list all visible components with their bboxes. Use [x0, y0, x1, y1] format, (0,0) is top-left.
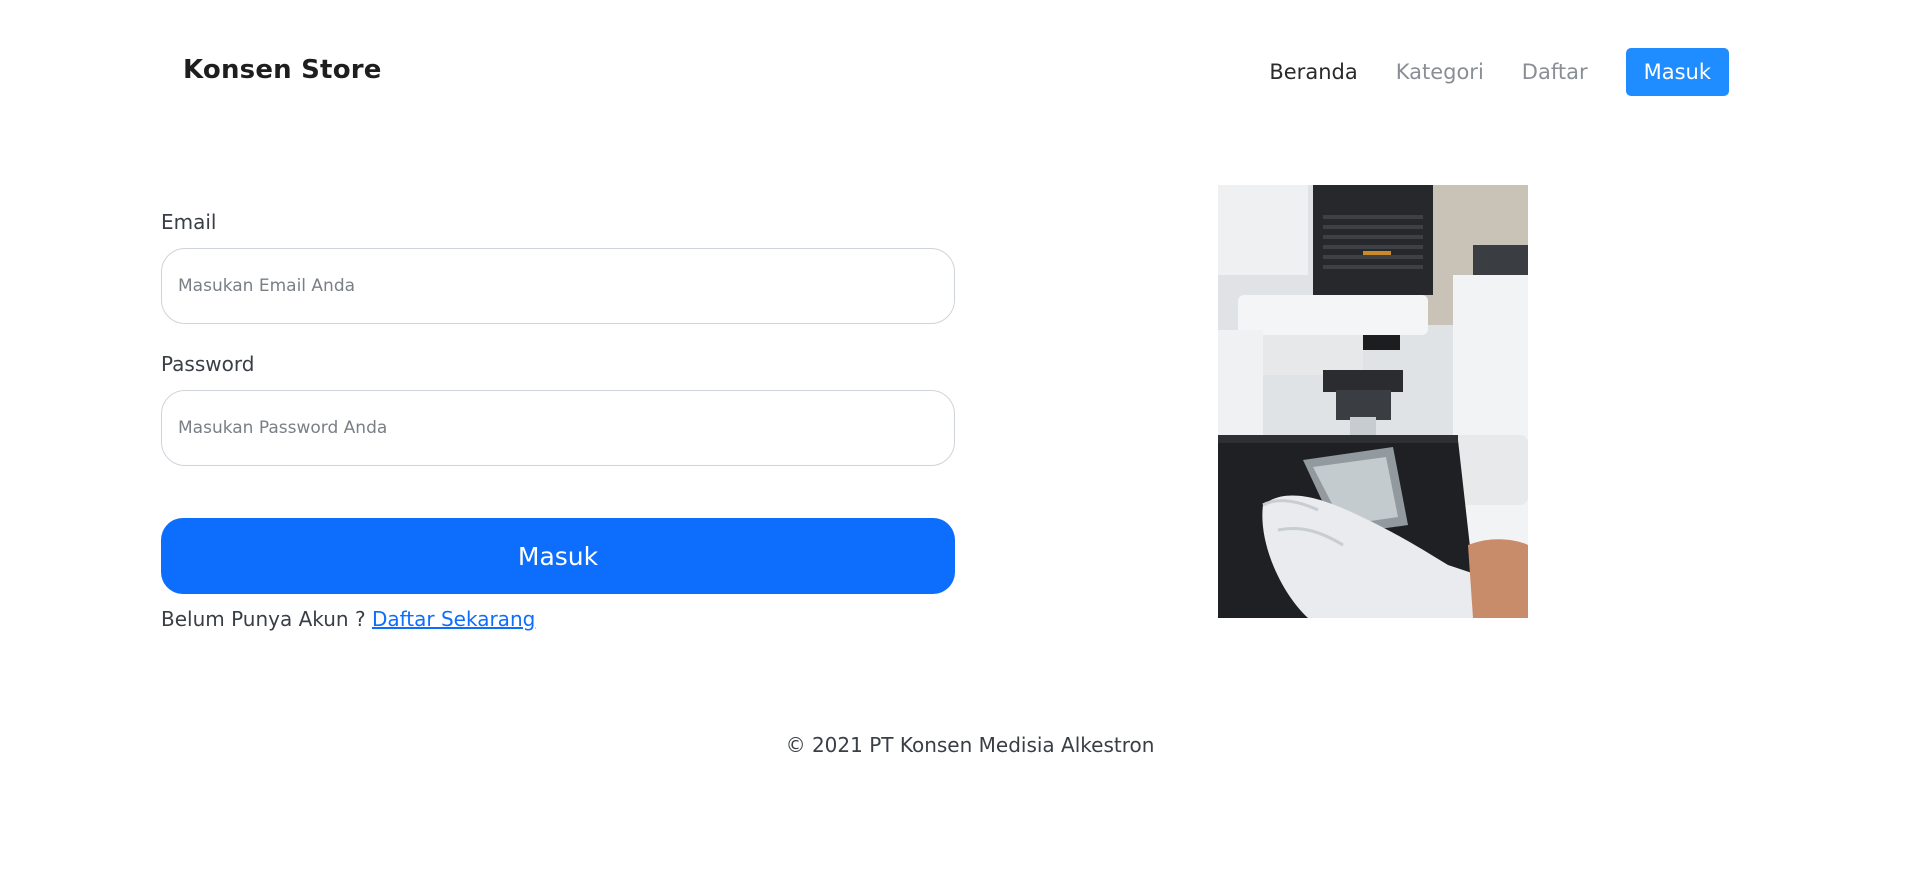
footer-copyright: © 2021 PT Konsen Medisia Alkestron — [785, 733, 1155, 757]
login-form: Email Password Masuk Belum Punya Akun ? … — [161, 210, 955, 631]
lab-microscope-image — [1218, 185, 1528, 618]
lab-microscope-illustration — [1218, 185, 1528, 618]
nav-link-beranda[interactable]: Beranda — [1269, 48, 1357, 96]
nav-link-kategori[interactable]: Kategori — [1396, 48, 1484, 96]
navbar: Konsen Store Beranda Kategori Daftar Mas… — [0, 0, 1920, 145]
nav-link-daftar[interactable]: Daftar — [1522, 48, 1588, 96]
nav-links: Beranda Kategori Daftar Masuk — [1231, 48, 1729, 96]
email-input[interactable] — [161, 248, 955, 324]
password-label: Password — [161, 352, 255, 376]
register-prompt-line: Belum Punya Akun ? Daftar Sekarang — [161, 607, 955, 631]
password-input[interactable] — [161, 390, 955, 466]
email-field-group: Email — [161, 210, 955, 324]
password-field-group: Password — [161, 352, 955, 466]
register-prompt-text: Belum Punya Akun ? — [161, 607, 366, 631]
nav-login-button[interactable]: Masuk — [1625, 48, 1729, 96]
email-label: Email — [161, 210, 217, 234]
register-link[interactable]: Daftar Sekarang — [372, 607, 535, 631]
brand-logo-text[interactable]: Konsen Store — [183, 55, 382, 85]
login-submit-button[interactable]: Masuk — [161, 518, 955, 594]
